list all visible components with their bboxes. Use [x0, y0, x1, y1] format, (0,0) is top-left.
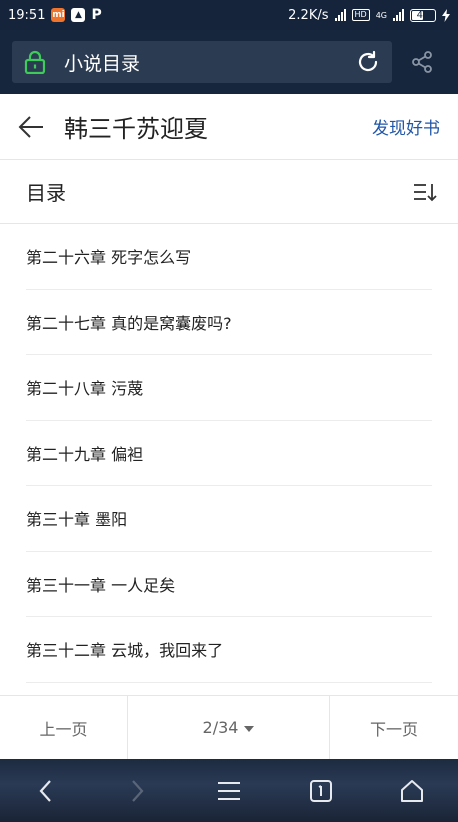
mi-app-icon: mi [51, 8, 66, 22]
status-bar: 19:51 mi ▲ P 2.2K/s HD 4G 45 [0, 0, 458, 30]
browser-bottom-nav [0, 759, 458, 822]
wifi-signal-icon [334, 9, 346, 21]
status-time: 19:51 [8, 7, 46, 23]
refresh-icon[interactable] [356, 50, 380, 74]
book-header: 韩三千苏迎夏 发现好书 [0, 94, 458, 160]
caret-down-icon [244, 725, 255, 732]
status-left: 19:51 mi ▲ P [8, 7, 102, 23]
sort-order-icon[interactable] [412, 181, 440, 203]
page-selector[interactable]: 2/34 [128, 696, 330, 759]
charging-icon [442, 8, 450, 22]
prev-page-button[interactable]: 上一页 [0, 696, 128, 759]
chevron-right-icon [132, 779, 144, 802]
chapter-item[interactable]: 第二十八章 污蔑 [26, 355, 432, 421]
share-icon[interactable] [410, 50, 434, 74]
browser-back-button[interactable] [22, 767, 70, 815]
chapter-item[interactable]: 第三十二章 云城，我回来了 [26, 617, 432, 683]
discover-books-link[interactable]: 发现好书 [372, 114, 440, 139]
chevron-left-icon [39, 779, 51, 802]
battery-icon: 45 [410, 8, 436, 22]
address-bar[interactable]: 小说目录 [12, 41, 392, 83]
hd-icon: HD [351, 9, 370, 21]
pagination-bar: 上一页 2/34 下一页 [0, 695, 458, 759]
browser-tabs-button[interactable] [297, 767, 345, 815]
chapter-list: 第二十六章 死字怎么写 第二十七章 真的是窝囊废吗? 第二十八章 污蔑 第二十九… [0, 224, 458, 683]
p-app-icon: P [91, 7, 102, 23]
browser-menu-button[interactable] [205, 767, 253, 815]
toc-title: 目录 [26, 181, 66, 205]
cell-signal-icon [393, 9, 404, 21]
next-page-button[interactable]: 下一页 [330, 696, 458, 759]
notification-app-icon: ▲ [71, 8, 86, 22]
page-indicator: 2/34 [202, 718, 239, 737]
home-icon [401, 779, 424, 802]
lock-icon [24, 50, 46, 74]
battery-level: 45 [416, 9, 430, 21]
chapter-item[interactable]: 第二十六章 死字怎么写 [26, 224, 432, 290]
browser-toolbar: 小说目录 [0, 30, 458, 94]
page-content: 韩三千苏迎夏 发现好书 目录 第二十六章 死字怎么写 第二十七章 真的是窝囊废吗… [0, 94, 458, 759]
chapter-item[interactable]: 第二十七章 真的是窝囊废吗? [26, 290, 432, 355]
back-arrow-icon [18, 115, 43, 138]
browser-home-button[interactable] [388, 767, 436, 815]
status-right: 2.2K/s HD 4G 45 [288, 8, 450, 23]
chapter-item[interactable]: 第三十章 墨阳 [26, 486, 432, 552]
network-speed: 2.2K/s [288, 7, 329, 23]
chapter-item[interactable]: 第二十九章 偏袒 [26, 421, 432, 486]
toc-header: 目录 [0, 160, 458, 224]
address-title: 小说目录 [64, 52, 141, 75]
back-button[interactable] [18, 112, 48, 142]
browser-forward-button[interactable] [113, 767, 161, 815]
menu-icon [217, 781, 240, 800]
network-type: 4G [375, 10, 387, 20]
tabs-icon [309, 779, 332, 802]
chapter-item[interactable]: 第三十一章 一人足矣 [26, 552, 432, 617]
book-title: 韩三千苏迎夏 [64, 115, 208, 143]
